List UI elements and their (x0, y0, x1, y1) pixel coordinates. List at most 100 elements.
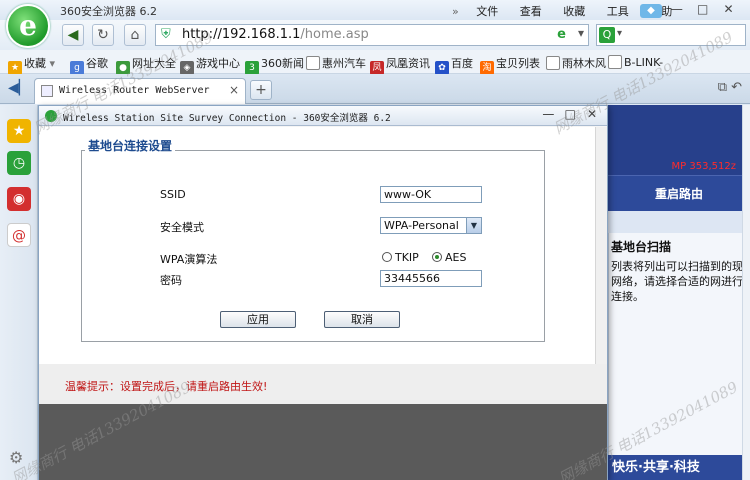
news-360-icon: 3 (245, 61, 259, 75)
bookmark-yulin[interactable]: 雨林木风 (546, 55, 606, 71)
station-settings-group: SSID www-OK 安全模式 WPA-Personal ▼ WPA演算法 T… (81, 150, 545, 342)
taobao-icon: 淘 (480, 61, 494, 75)
popup-title: Wireless Station Site Survey Connection … (63, 113, 391, 124)
arrow-left-icon: ◀ (67, 27, 79, 43)
phoenix-icon: 凤 (370, 61, 384, 75)
gear-icon[interactable]: ⚙ (9, 448, 23, 467)
popup-footer (39, 404, 607, 480)
bookmarks-bar: ★ 收藏 ▾ g 谷歌 ● 网址大全 ◈ 游戏中心 3 360新闻 惠州汽车 凤凤凰资讯 … (0, 50, 750, 75)
password-input[interactable]: 33445566 (380, 270, 482, 287)
tab-tools-icon[interactable]: ⧉ ↶ (718, 80, 742, 95)
skin-icon[interactable]: ◆ (640, 4, 662, 18)
radio-checked-icon (432, 252, 442, 262)
page-icon (306, 56, 320, 70)
search-box[interactable]: Q ▾ (596, 24, 746, 46)
wpa-aes-radio[interactable]: AES (432, 251, 466, 264)
chevron-down-icon[interactable]: ▼ (466, 218, 481, 233)
security-mode-label: 安全模式 (160, 221, 204, 234)
baidu-paw-icon: ✿ (435, 61, 449, 75)
chevron-down-icon: ▾ (49, 57, 56, 70)
tab-wireless-router[interactable]: Wireless Router WebServer × (34, 78, 246, 104)
ssid-label: SSID (160, 188, 186, 201)
star-icon: ★ (8, 61, 22, 75)
router-status-text: MP 353,512z (671, 161, 736, 172)
email-icon[interactable]: @ (7, 223, 31, 247)
favorites-star-icon[interactable]: ★ (7, 119, 31, 143)
menu-overflow-icon[interactable]: » (452, 5, 459, 18)
home-button[interactable]: ⌂ (124, 24, 146, 46)
browser-logo: e (6, 4, 50, 48)
tab-strip: ◀▏ Wireless Router WebServer × + ⧉ ↶ (0, 74, 750, 104)
chevron-down-icon[interactable]: ▾ (617, 28, 622, 39)
browser-icon (45, 110, 57, 122)
popup-maximize-button[interactable]: □ (561, 107, 579, 121)
weibo-icon[interactable]: ◉ (7, 187, 31, 211)
page-scrollbar[interactable] (742, 105, 750, 480)
globe-icon: ● (116, 61, 130, 75)
search-engine-icon[interactable]: Q (599, 27, 615, 43)
navigation-bar: ◀ ↻ ⌂ ⛨ http://192.168.1.1/home.asp e ▾ … (0, 20, 750, 50)
reboot-router-link[interactable]: 重启路由 (608, 175, 750, 211)
back-button[interactable]: ◀ (62, 24, 84, 46)
bookmark-baidu[interactable]: ✿ 百度 (435, 55, 473, 75)
chevron-down-icon[interactable]: ▾ (578, 26, 584, 40)
popup-body: SSID www-OK 安全模式 WPA-Personal ▼ WPA演算法 T… (39, 127, 607, 364)
bookmark-phoenix-news[interactable]: 凤凤凰资讯 (370, 55, 430, 75)
home-icon: ⌂ (130, 27, 140, 43)
security-mode-select[interactable]: WPA-Personal ▼ (380, 217, 482, 234)
radio-unchecked-icon (382, 252, 392, 262)
popup-close-button[interactable]: ✕ (583, 107, 601, 121)
menu-favorites[interactable]: 收藏 (563, 5, 585, 18)
router-slogan: 快乐·共享·科技 (608, 455, 750, 480)
minimize-button[interactable]: — (666, 0, 688, 18)
maximize-button[interactable]: □ (692, 0, 714, 18)
refresh-icon: ↻ (97, 27, 109, 43)
address-bar[interactable]: ⛨ http://192.168.1.1/home.asp e ▾ (155, 24, 589, 46)
new-tab-button[interactable]: + (250, 80, 272, 100)
close-button[interactable]: ✕ (717, 0, 739, 18)
popup-title-bar: Wireless Station Site Survey Connection … (39, 106, 607, 126)
shield-icon: ⛨ (161, 27, 171, 42)
tab-close-icon[interactable]: × (229, 83, 239, 97)
browser-app-title: 360安全浏览器 6.2 (60, 5, 157, 18)
popup-window-controls: — □ ✕ (539, 107, 601, 121)
address-host: http://192.168.1.1 (182, 27, 301, 42)
warning-bar: 温馨提示：设置完成后，请重启路由生效! (39, 364, 607, 404)
compat-mode-icon[interactable]: e (557, 27, 566, 42)
menu-tools[interactable]: 工具 (607, 5, 629, 18)
sidebar-toggle-icon[interactable]: ◀▏ (8, 80, 30, 96)
popup-scrollbar[interactable] (595, 127, 607, 404)
refresh-button[interactable]: ↻ (92, 24, 114, 46)
site-survey-popup-window: Wireless Station Site Survey Connection … (38, 105, 608, 480)
apply-button[interactable]: 应用 (220, 311, 296, 328)
window-controls: ◆ — □ ✕ (640, 0, 739, 20)
gamepad-icon: ◈ (180, 61, 194, 75)
bookmark-item-list[interactable]: 淘宝贝列表 (480, 55, 540, 75)
cancel-button[interactable]: 取消 (324, 311, 400, 328)
bookmark-huizhou-auto[interactable]: 惠州汽车 (306, 55, 366, 71)
router-panel-spacer (608, 211, 750, 233)
ssid-input[interactable]: www-OK (380, 186, 482, 203)
bookmark-favorites[interactable]: ★ 收藏 ▾ (8, 55, 55, 75)
bookmark-game-center[interactable]: ◈ 游戏中心 (180, 55, 240, 75)
google-icon: g (70, 61, 84, 75)
security-mode-value: WPA-Personal (384, 219, 459, 232)
restart-warning-text: 温馨提示：设置完成后，请重启路由生效! (65, 380, 268, 393)
menu-view[interactable]: 查看 (520, 5, 542, 18)
bookmark-360-news[interactable]: 3 360新闻 (245, 55, 304, 75)
page-icon (608, 55, 622, 69)
password-label: 密码 (160, 274, 182, 287)
bookmark-b-link[interactable]: B-LINK- (608, 55, 663, 69)
popup-minimize-button[interactable]: — (539, 107, 557, 121)
menu-file[interactable]: 文件 (476, 5, 498, 18)
wpa-tkip-radio[interactable]: TKIP (382, 251, 419, 264)
page-icon (41, 85, 53, 97)
clock-icon[interactable]: ◷ (7, 151, 31, 175)
address-url[interactable]: http://192.168.1.1/home.asp (182, 27, 369, 42)
bookmark-google[interactable]: g 谷歌 (70, 55, 108, 75)
bookmark-site-directory[interactable]: ● 网址大全 (116, 55, 176, 75)
page-icon (546, 56, 560, 70)
help-title: 基地台扫描 (611, 240, 672, 254)
wpa-algorithm-label: WPA演算法 (160, 253, 218, 266)
help-panel: 基地台扫描 列表将列出可以扫描到的现网络，请选择合适的网进行连接。 (608, 233, 750, 455)
